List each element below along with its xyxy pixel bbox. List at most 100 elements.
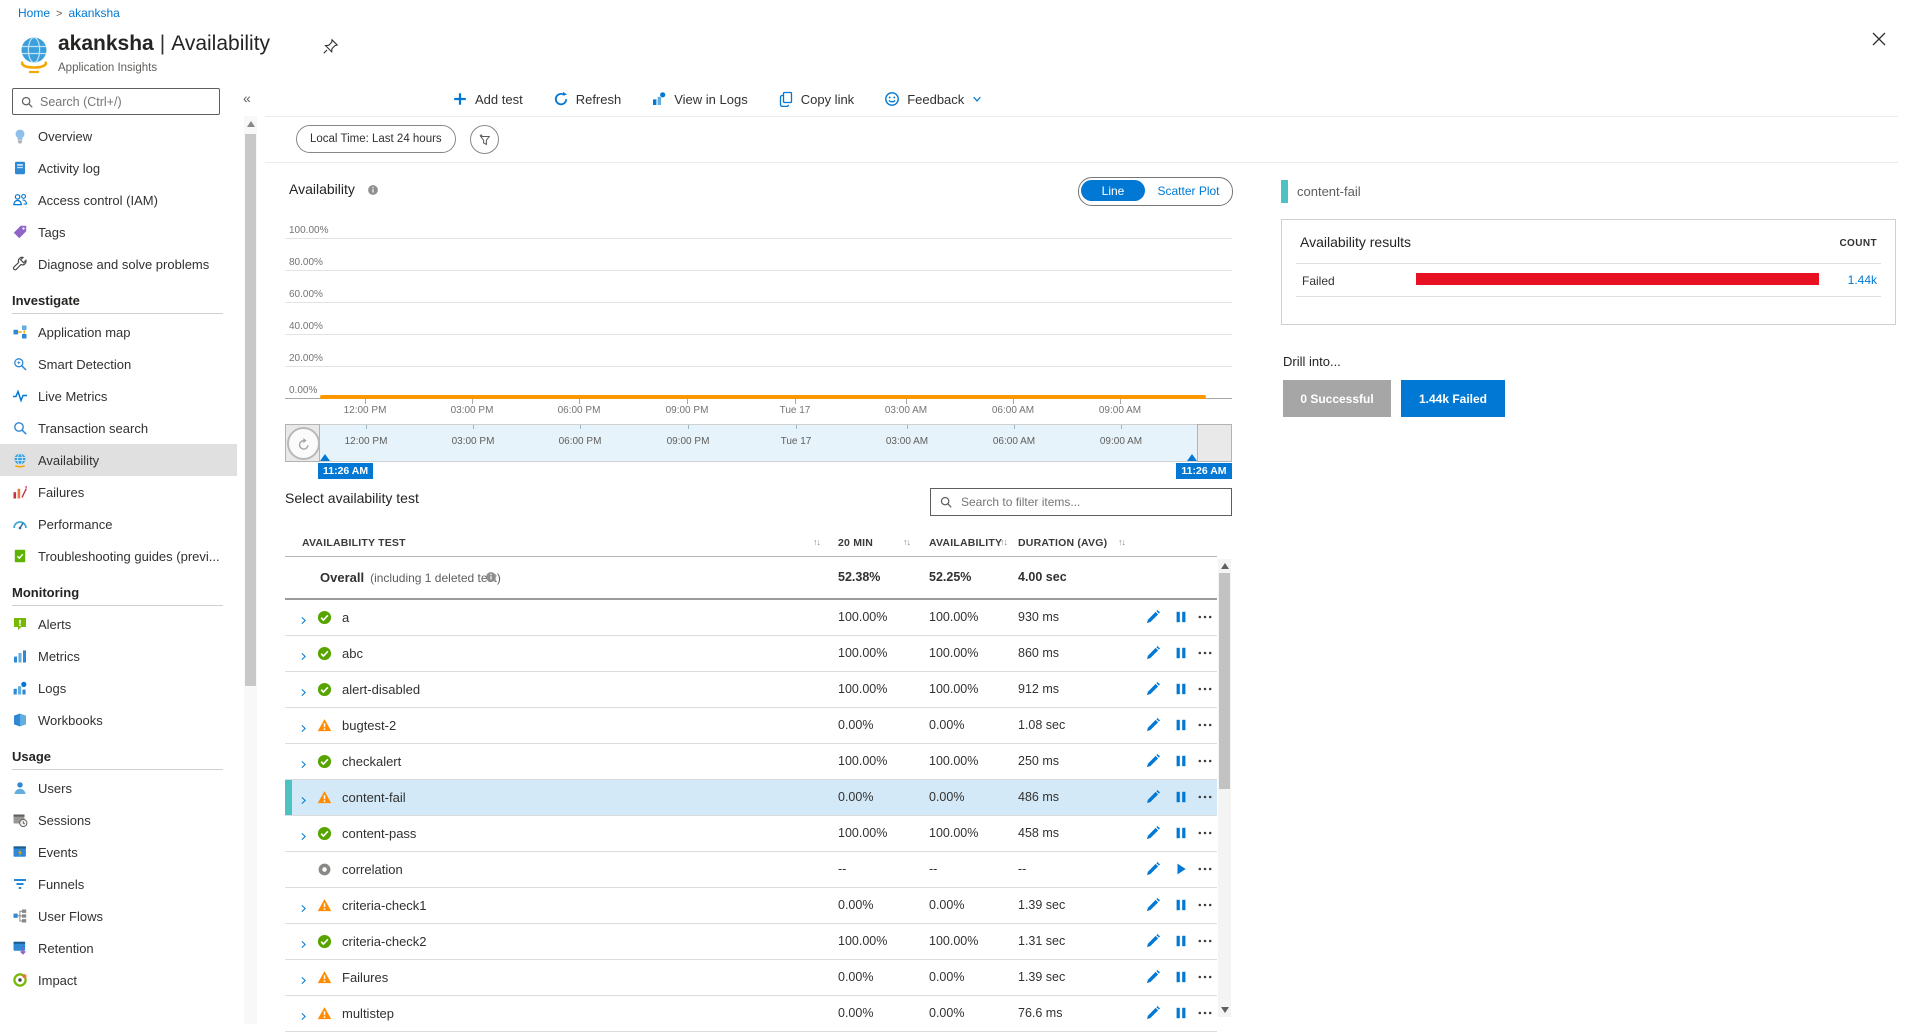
drill-failed-button[interactable]: 1.44k Failed: [1401, 380, 1505, 417]
sidebar-item-sessions[interactable]: Sessions: [0, 804, 237, 836]
info-icon[interactable]: [485, 571, 498, 584]
sidebar-item-user-flows[interactable]: User Flows: [0, 900, 237, 932]
table-scrollbar-thumb[interactable]: [1219, 573, 1230, 789]
sidebar-item-impact[interactable]: Impact: [0, 964, 237, 996]
edit-test-button[interactable]: [1145, 717, 1161, 733]
sort-availability-button[interactable]: ↑↓: [1000, 537, 1007, 547]
sort-test-button[interactable]: ↑↓: [813, 537, 820, 547]
more-options-button[interactable]: [1197, 789, 1213, 805]
sort-duration-button[interactable]: ↑↓: [1118, 537, 1125, 547]
pause-test-button[interactable]: [1173, 825, 1189, 841]
table-row-overall[interactable]: Overall(including 1 deleted test) 52.38%…: [285, 557, 1217, 600]
pause-test-button[interactable]: [1173, 789, 1189, 805]
pause-test-button[interactable]: [1173, 609, 1189, 625]
more-options-button[interactable]: [1197, 825, 1213, 841]
chevron-right-icon[interactable]: [299, 613, 308, 622]
pause-test-button[interactable]: [1173, 717, 1189, 733]
sidebar-item-workbooks[interactable]: Workbooks: [0, 704, 237, 736]
breadcrumb-current-link[interactable]: akanksha: [68, 6, 119, 20]
failed-count-link[interactable]: 1.44k: [1848, 273, 1877, 287]
chevron-right-icon[interactable]: [299, 793, 308, 802]
more-options-button[interactable]: [1197, 609, 1213, 625]
edit-test-button[interactable]: [1145, 933, 1161, 949]
sidebar-item-failures[interactable]: Failures: [0, 476, 237, 508]
chevron-right-icon[interactable]: [299, 1009, 308, 1018]
chevron-right-icon[interactable]: [299, 937, 308, 946]
test-row-a[interactable]: a100.00%100.00%930 ms: [285, 600, 1217, 636]
add-filter-button[interactable]: [470, 125, 499, 154]
more-options-button[interactable]: [1197, 717, 1213, 733]
test-row-content-fail[interactable]: content-fail0.00%0.00%486 ms: [285, 780, 1217, 816]
table-scrollbar[interactable]: [1218, 559, 1231, 1017]
more-options-button[interactable]: [1197, 933, 1213, 949]
pause-test-button[interactable]: [1173, 681, 1189, 697]
table-scroll-down[interactable]: [1221, 1007, 1229, 1013]
more-options-button[interactable]: [1197, 753, 1213, 769]
play-test-button[interactable]: [1173, 861, 1189, 877]
edit-test-button[interactable]: [1145, 825, 1161, 841]
edit-test-button[interactable]: [1145, 609, 1161, 625]
sidebar-item-performance[interactable]: Performance: [0, 508, 237, 540]
time-brush[interactable]: 12:00 PM03:00 PM06:00 PM09:00 PMTue 1703…: [285, 424, 1232, 462]
sidebar-item-tags[interactable]: Tags: [0, 216, 237, 248]
view-in-logs-button[interactable]: View in Logs: [651, 91, 747, 107]
chevron-right-icon[interactable]: [299, 973, 308, 982]
time-range-pill[interactable]: Local Time: Last 24 hours: [296, 125, 456, 153]
edit-test-button[interactable]: [1145, 1005, 1161, 1021]
test-row-checkalert[interactable]: checkalert100.00%100.00%250 ms: [285, 744, 1217, 780]
edit-test-button[interactable]: [1145, 969, 1161, 985]
test-row-failures[interactable]: Failures0.00%0.00%1.39 sec: [285, 960, 1217, 996]
test-filter-input[interactable]: [959, 494, 1231, 510]
edit-test-button[interactable]: [1145, 645, 1161, 661]
sidebar-item-activity-log[interactable]: Activity log: [0, 152, 237, 184]
edit-test-button[interactable]: [1145, 861, 1161, 877]
more-options-button[interactable]: [1197, 969, 1213, 985]
sidebar-search-input[interactable]: [40, 95, 219, 109]
sidebar-item-smart-detection[interactable]: Smart Detection: [0, 348, 237, 380]
chevron-right-icon[interactable]: [299, 649, 308, 658]
test-row-criteria-check2[interactable]: criteria-check2100.00%100.00%1.31 sec: [285, 924, 1217, 960]
pause-test-button[interactable]: [1173, 897, 1189, 913]
test-row-content-pass[interactable]: content-pass100.00%100.00%458 ms: [285, 816, 1217, 852]
chevron-right-icon[interactable]: [299, 685, 308, 694]
sidebar-item-live-metrics[interactable]: Live Metrics: [0, 380, 237, 412]
refresh-button[interactable]: Refresh: [553, 91, 622, 107]
sidebar-item-funnels[interactable]: Funnels: [0, 868, 237, 900]
sidebar-item-retention[interactable]: Retention: [0, 932, 237, 964]
pause-test-button[interactable]: [1173, 969, 1189, 985]
test-row-multistep[interactable]: multistep0.00%0.00%76.6 ms: [285, 996, 1217, 1032]
chevron-right-icon[interactable]: [299, 829, 308, 838]
copy-link-button[interactable]: Copy link: [778, 91, 854, 107]
edit-test-button[interactable]: [1145, 681, 1161, 697]
sidebar-item-application-map[interactable]: Application map: [0, 316, 237, 348]
sidebar-item-events[interactable]: Events: [0, 836, 237, 868]
brush-right-handle[interactable]: [1197, 424, 1232, 462]
blade-scrollbar-thumb[interactable]: [245, 134, 256, 686]
pause-test-button[interactable]: [1173, 645, 1189, 661]
sidebar-item-availability[interactable]: Availability: [0, 444, 237, 476]
more-options-button[interactable]: [1197, 681, 1213, 697]
test-row-abc[interactable]: abc100.00%100.00%860 ms: [285, 636, 1217, 672]
sidebar-item-diagnose-and-solve-problems[interactable]: Diagnose and solve problems: [0, 248, 237, 280]
add-test-button[interactable]: Add test: [452, 91, 523, 107]
brush-reset-button[interactable]: [287, 427, 320, 460]
sidebar-item-access-control-iam[interactable]: Access control (IAM): [0, 184, 237, 216]
test-row-criteria-check1[interactable]: criteria-check10.00%0.00%1.39 sec: [285, 888, 1217, 924]
brush-left-handle[interactable]: [285, 424, 320, 462]
drill-successful-button[interactable]: 0 Successful: [1283, 380, 1391, 417]
chevron-right-icon[interactable]: [299, 721, 308, 730]
more-options-button[interactable]: [1197, 897, 1213, 913]
sidebar-item-metrics[interactable]: Metrics: [0, 640, 237, 672]
pin-icon[interactable]: [322, 38, 339, 55]
sidebar-item-users[interactable]: Users: [0, 772, 237, 804]
scrollbar-up-arrow[interactable]: [247, 121, 255, 127]
test-row-alert-disabled[interactable]: alert-disabled100.00%100.00%912 ms: [285, 672, 1217, 708]
sidebar-item-troubleshooting-guides-previ[interactable]: Troubleshooting guides (previ...: [0, 540, 237, 572]
chevron-right-icon[interactable]: [299, 901, 308, 910]
pause-test-button[interactable]: [1173, 933, 1189, 949]
pause-test-button[interactable]: [1173, 1005, 1189, 1021]
edit-test-button[interactable]: [1145, 789, 1161, 805]
chevron-right-icon[interactable]: [299, 757, 308, 766]
toggle-scatter-option[interactable]: Scatter Plot: [1147, 180, 1230, 201]
sort-20min-button[interactable]: ↑↓: [903, 537, 910, 547]
